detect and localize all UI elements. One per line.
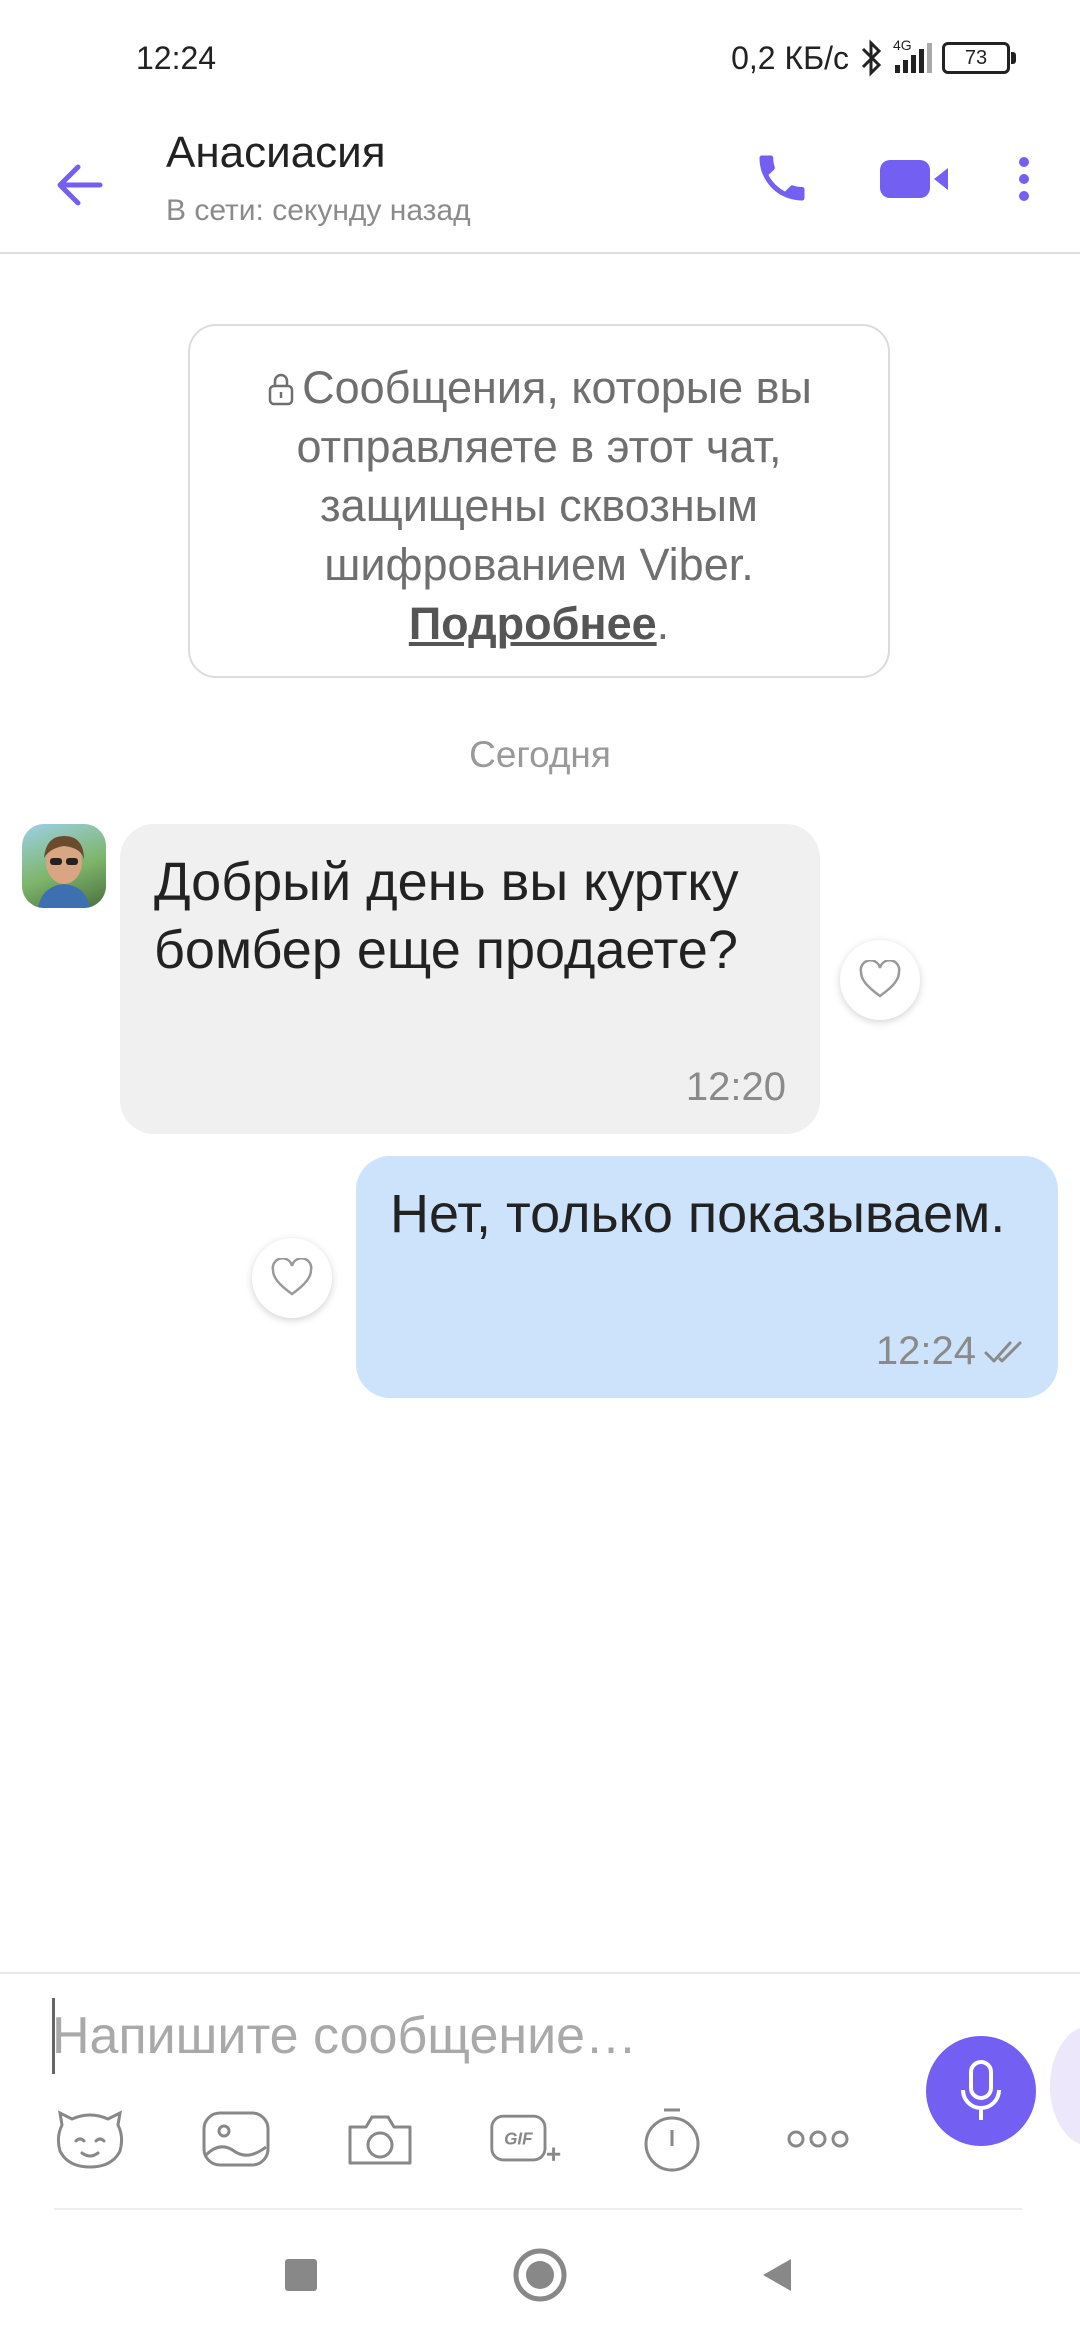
triangle-back-icon [763,2259,791,2291]
gif-button[interactable]: GIF [488,2104,564,2174]
message-text: Добрый день вы куртку бомбер еще продает… [154,852,739,980]
recents-button[interactable] [266,2240,336,2310]
encryption-notice: Сообщения, которые вы отправляете в этот… [188,324,890,678]
bluetooth-icon [861,39,882,77]
more-tools-button[interactable] [780,2104,856,2174]
nav-divider [54,2208,1022,2210]
like-button[interactable] [252,1238,332,1318]
double-check-icon [984,1341,1022,1362]
camera-button[interactable] [342,2104,418,2174]
notice-period: . [656,598,670,649]
back-nav-button[interactable] [742,2240,812,2310]
secondary-action-peek [1050,2026,1080,2146]
network-type: 4G [893,37,912,53]
svg-text:GIF: GIF [504,2130,533,2149]
message-input[interactable] [52,1996,872,2076]
microphone-icon [961,2060,1001,2120]
contact-name[interactable]: Анасиасия [166,128,386,178]
phone-icon [759,155,805,201]
sticker-button[interactable] [52,2104,128,2174]
timer-button[interactable] [634,2104,710,2174]
square-icon [285,2259,317,2291]
like-button[interactable] [840,940,920,1020]
composer-divider [0,1972,1080,1974]
battery-level: 73 [964,46,988,69]
gallery-button[interactable] [198,2104,274,2174]
video-call-button[interactable] [876,148,952,208]
voice-call-button[interactable] [752,148,812,208]
home-circle-icon [513,2248,567,2302]
back-button[interactable] [50,155,110,215]
learn-more-link[interactable]: Подробнее [409,598,657,649]
timer-icon [644,2108,700,2172]
notice-text: Сообщения, которые вы отправляете в этот… [296,362,812,590]
text-cursor [52,1998,55,2074]
gif-icon: GIF [490,2114,561,2162]
incoming-message-bubble[interactable]: Добрый день вы куртку бомбер еще продает… [120,824,820,1134]
back-arrow-icon [57,164,103,206]
outgoing-message-bubble[interactable]: Нет, только показываем. 12:24 [356,1156,1058,1398]
battery-icon: 73 [942,42,1016,74]
message-time: 12:24 [876,1329,1024,1374]
message-text: Нет, только показываем. [390,1184,1006,1244]
message-time: 12:20 [685,1065,786,1109]
gallery-icon [202,2111,270,2167]
lock-icon [268,373,294,406]
voice-message-button[interactable] [926,2036,1036,2146]
contact-avatar[interactable] [22,824,106,908]
status-indicators: 0,2 КБ/с 4G 73 [731,36,1016,80]
network-speed: 0,2 КБ/с [731,39,849,76]
presence-status: В сети: секунду назад [166,194,471,227]
more-options-button[interactable] [1006,148,1042,208]
video-camera-icon [880,160,948,198]
home-button[interactable] [505,2240,575,2310]
sticker-icon [56,2110,124,2169]
kebab-menu-icon [1019,157,1029,201]
heart-icon [859,960,901,998]
camera-icon [348,2115,412,2165]
heart-icon [271,1258,313,1296]
avatar-photo [38,836,90,908]
date-separator: Сегодня [469,734,611,775]
signal-icon: 4G [893,37,932,73]
status-time: 12:24 [136,40,217,76]
more-icon [787,2130,849,2148]
